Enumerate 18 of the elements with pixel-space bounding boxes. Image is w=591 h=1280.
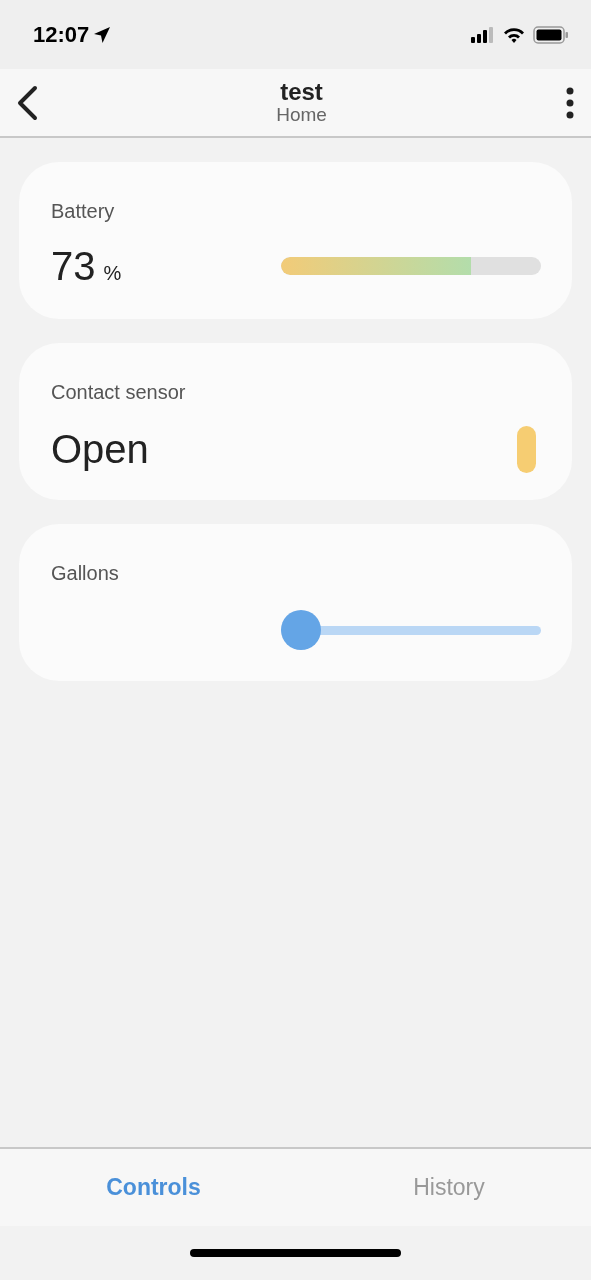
card-title: Gallons — [51, 561, 120, 586]
location-arrow-icon — [93, 25, 112, 44]
wifi-icon — [503, 26, 525, 43]
reading-unit: % — [103, 261, 122, 286]
battery-icon — [533, 25, 569, 44]
contact-state: Open — [51, 426, 149, 473]
more-options-button[interactable] — [565, 86, 575, 119]
page-title: test — [279, 78, 324, 106]
reading-value: 73 — [51, 243, 96, 290]
signal-icon — [471, 26, 495, 43]
card-title: Contact sensor — [51, 380, 187, 405]
card-title: Battery — [51, 199, 116, 224]
tab[interactable]: History — [407, 1169, 491, 1206]
clock-time: 12:07 — [33, 21, 90, 49]
slider-thumb[interactable] — [281, 610, 321, 650]
tab[interactable]: Controls — [100, 1169, 207, 1206]
back-button[interactable] — [16, 84, 38, 121]
page-subtitle: Home — [276, 105, 327, 127]
